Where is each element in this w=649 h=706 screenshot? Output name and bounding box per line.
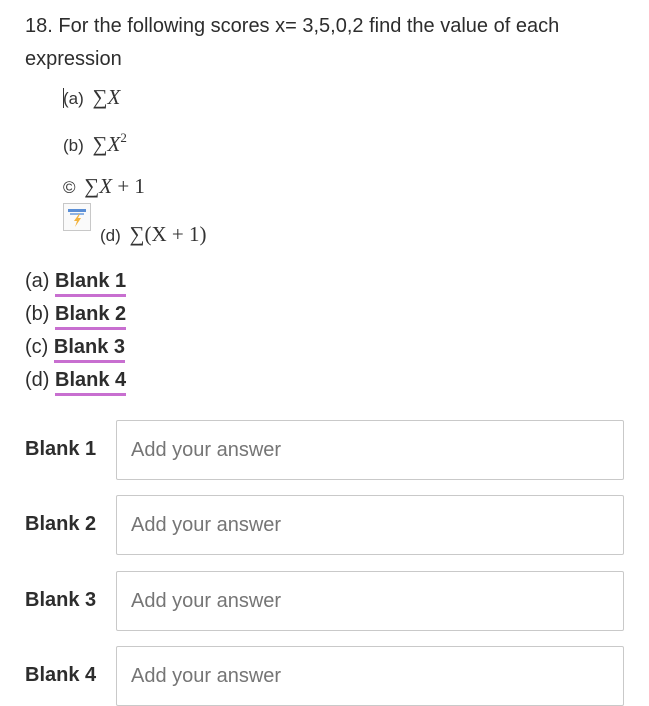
blank-link-4[interactable]: Blank 4 <box>55 369 127 396</box>
expression-label: (d) <box>100 226 121 245</box>
blank-link-3[interactable]: Blank 3 <box>53 336 126 363</box>
expression-math: ∑X + 1 <box>84 174 145 198</box>
answer-label: Blank 2 <box>25 513 97 535</box>
image-placeholder-icon[interactable] <box>63 203 91 231</box>
answer-label: Blank 4 <box>25 664 97 686</box>
expression-a: (a) ∑X <box>63 85 120 110</box>
blank-ref-prefix: (d) <box>25 369 50 391</box>
blank-ref-d: (d) Blank 4 <box>25 367 127 396</box>
answer-input-blank-2[interactable] <box>116 495 624 555</box>
answer-input-blank-1[interactable] <box>116 420 624 480</box>
answer-input-blank-4[interactable] <box>116 646 624 706</box>
answer-row-3: Blank 3 <box>25 571 624 631</box>
blank-link-2[interactable]: Blank 2 <box>55 303 127 330</box>
answer-input-blank-3[interactable] <box>116 571 624 631</box>
expression-b: (b) ∑X2 <box>63 130 127 157</box>
expression-d: (d) ∑(X + 1) <box>100 222 206 247</box>
answer-row-2: Blank 2 <box>25 495 624 555</box>
expression-label: © <box>63 178 76 197</box>
answer-label: Blank 1 <box>25 438 97 460</box>
question-text: 18. For the following scores x= 3,5,0,2 … <box>25 15 560 70</box>
blank-ref-b: (b) Blank 2 <box>25 301 127 330</box>
blank-ref-a: (a) Blank 1 <box>25 268 127 297</box>
expression-math: ∑(X + 1) <box>129 222 207 246</box>
expression-label: (b) <box>63 136 84 155</box>
expression-c: © ∑X + 1 <box>63 174 145 199</box>
blank-ref-c: (c) Blank 3 <box>25 334 126 363</box>
answer-label: Blank 3 <box>25 589 97 611</box>
answer-row-4: Blank 4 <box>25 646 624 706</box>
blank-ref-prefix: (b) <box>25 303 50 325</box>
blank-ref-prefix: (a) <box>25 270 50 292</box>
blank-ref-prefix: (c) <box>25 336 49 358</box>
expression-label: (a) <box>63 89 84 108</box>
expression-math: ∑X <box>92 85 121 109</box>
blank-link-1[interactable]: Blank 1 <box>55 270 127 297</box>
expression-math: ∑X2 <box>92 130 127 156</box>
answer-row-1: Blank 1 <box>25 420 624 480</box>
